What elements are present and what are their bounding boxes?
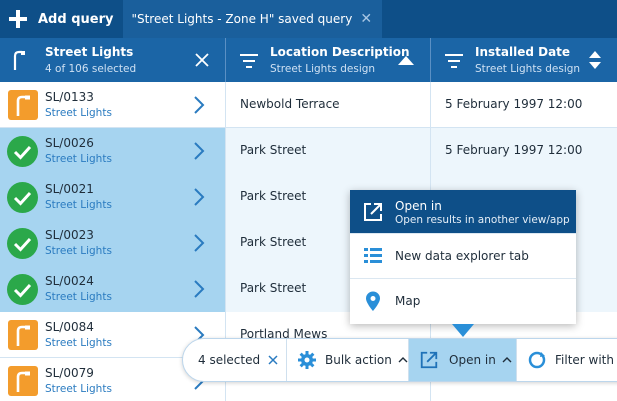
row-primary-cell[interactable]: SL/0024 Street Lights (0, 266, 226, 312)
row-type: Street Lights (45, 337, 112, 349)
row-id: SL/0084 (45, 320, 94, 334)
check-icon (7, 228, 38, 259)
menu-item-sublabel: Open results in another view/app (395, 214, 570, 226)
row-primary-cell[interactable]: SL/0023 Street Lights (0, 220, 226, 266)
chevron-right-icon[interactable] (192, 280, 206, 298)
row-id: SL/0026 (45, 136, 94, 150)
column-title: Location Description (270, 45, 410, 59)
street-light-badge-icon (8, 90, 38, 120)
row-installed-cell: 5 February 1997 12:00 (431, 82, 617, 128)
chevron-right-icon[interactable] (192, 234, 206, 252)
column-header-installed-date[interactable]: Installed Date Street Lights design (431, 38, 617, 82)
open-in-label: Open in (449, 353, 496, 367)
open-in-menu: Open in Open results in another view/app… (350, 190, 576, 324)
selection-action-bar: 4 selected Bulk action Open in Filter wi… (182, 338, 617, 382)
menu-item-map[interactable]: Map (350, 279, 576, 324)
row-id: SL/0024 (45, 274, 94, 288)
bulk-action-label: Bulk action (325, 353, 392, 367)
row-primary-cell[interactable]: SL/0026 Street Lights (0, 128, 226, 174)
tab-label: "Street Lights - Zone H" saved query (131, 12, 353, 26)
row-type: Street Lights (45, 199, 112, 211)
row-location-cell: Park Street (226, 128, 431, 174)
add-query-button[interactable]: Add query (0, 0, 123, 38)
column-title: Installed Date (475, 45, 571, 59)
chevron-up-icon (398, 357, 408, 363)
street-light-icon (13, 50, 25, 70)
refresh-filter-icon (528, 351, 546, 369)
gear-icon (298, 351, 316, 369)
open-in-button[interactable]: Open in (409, 339, 517, 381)
check-icon (7, 274, 38, 305)
chevron-right-icon[interactable] (192, 142, 206, 160)
row-id: SL/0023 (45, 228, 94, 242)
chevron-up-icon (502, 357, 512, 363)
location-description: Park Street (240, 235, 307, 249)
external-link-icon (420, 351, 438, 369)
menu-item-new-data-explorer-tab[interactable]: New data explorer tab (350, 234, 576, 279)
filter-icon[interactable] (445, 54, 463, 68)
selected-count-chip[interactable]: 4 selected (183, 339, 287, 381)
selected-count-label: 4 selected (198, 353, 261, 367)
installed-date: 5 February 1997 12:00 (445, 97, 583, 111)
table-icon (364, 248, 382, 263)
check-icon (7, 136, 38, 167)
menu-item-label: New data explorer tab (395, 249, 529, 263)
column-header-location[interactable]: Location Description Street Lights desig… (226, 38, 431, 82)
row-installed-cell: 5 February 1997 12:00 (431, 128, 617, 174)
menu-item-open-in[interactable]: Open in Open results in another view/app (350, 190, 576, 234)
clear-selection-icon[interactable] (268, 355, 278, 365)
table-row[interactable]: SL/0133 Street Lights Newbold Terrace 5 Feb… (0, 82, 617, 128)
tab-bar: Add query "Street Lights - Zone H" saved… (0, 0, 617, 38)
row-primary-cell[interactable]: SL/0133 Street Lights (0, 82, 226, 128)
row-primary-cell[interactable]: SL/0021 Street Lights (0, 174, 226, 220)
street-light-badge-icon (8, 320, 38, 350)
map-pin-icon (366, 291, 380, 311)
filter-with-button[interactable]: Filter with A (517, 339, 617, 381)
chevron-right-icon[interactable] (192, 188, 206, 206)
chevron-right-icon[interactable] (192, 96, 206, 114)
filter-with-label: Filter with A (555, 353, 617, 367)
add-query-label: Add query (38, 11, 114, 27)
plus-icon (8, 9, 28, 29)
location-description: Park Street (240, 281, 307, 295)
row-type: Street Lights (45, 291, 112, 303)
column-title: Street Lights (45, 45, 134, 59)
sort-ascending-icon[interactable] (398, 56, 414, 65)
row-id: SL/0079 (45, 366, 94, 380)
filter-icon[interactable] (240, 54, 258, 68)
row-location-cell: Newbold Terrace (226, 82, 431, 128)
menu-item-label: Map (395, 294, 421, 308)
row-id: SL/0133 (45, 90, 94, 104)
column-subtitle: Street Lights design (270, 63, 376, 75)
menu-item-label: Open in (395, 199, 442, 213)
tab-saved-query[interactable]: "Street Lights - Zone H" saved query ✕ (123, 0, 383, 38)
street-light-badge-icon (8, 366, 38, 396)
sort-icon[interactable] (589, 51, 601, 69)
location-description: Park Street (240, 143, 307, 157)
row-type: Street Lights (45, 245, 112, 257)
menu-pointer (452, 324, 474, 337)
table-header: Street Lights 4 of 106 selected Location… (0, 38, 617, 82)
table-row[interactable]: SL/0026 Street Lights Park Street 5 Februar… (0, 128, 617, 174)
installed-date: 5 February 1997 12:00 (445, 143, 583, 157)
bulk-action-button[interactable]: Bulk action (287, 339, 409, 381)
external-link-icon (364, 203, 382, 221)
location-description: Park Street (240, 189, 307, 203)
row-type: Street Lights (45, 383, 112, 395)
check-icon (7, 182, 38, 213)
column-subtitle: Street Lights design (475, 63, 581, 75)
close-icon[interactable]: ✕ (360, 11, 372, 27)
column-header-street-lights[interactable]: Street Lights 4 of 106 selected (0, 38, 226, 82)
location-description: Newbold Terrace (240, 97, 340, 111)
row-type: Street Lights (45, 107, 112, 119)
row-type: Street Lights (45, 153, 112, 165)
selection-count: 4 of 106 selected (45, 63, 137, 75)
row-id: SL/0021 (45, 182, 94, 196)
close-icon[interactable] (195, 53, 209, 67)
